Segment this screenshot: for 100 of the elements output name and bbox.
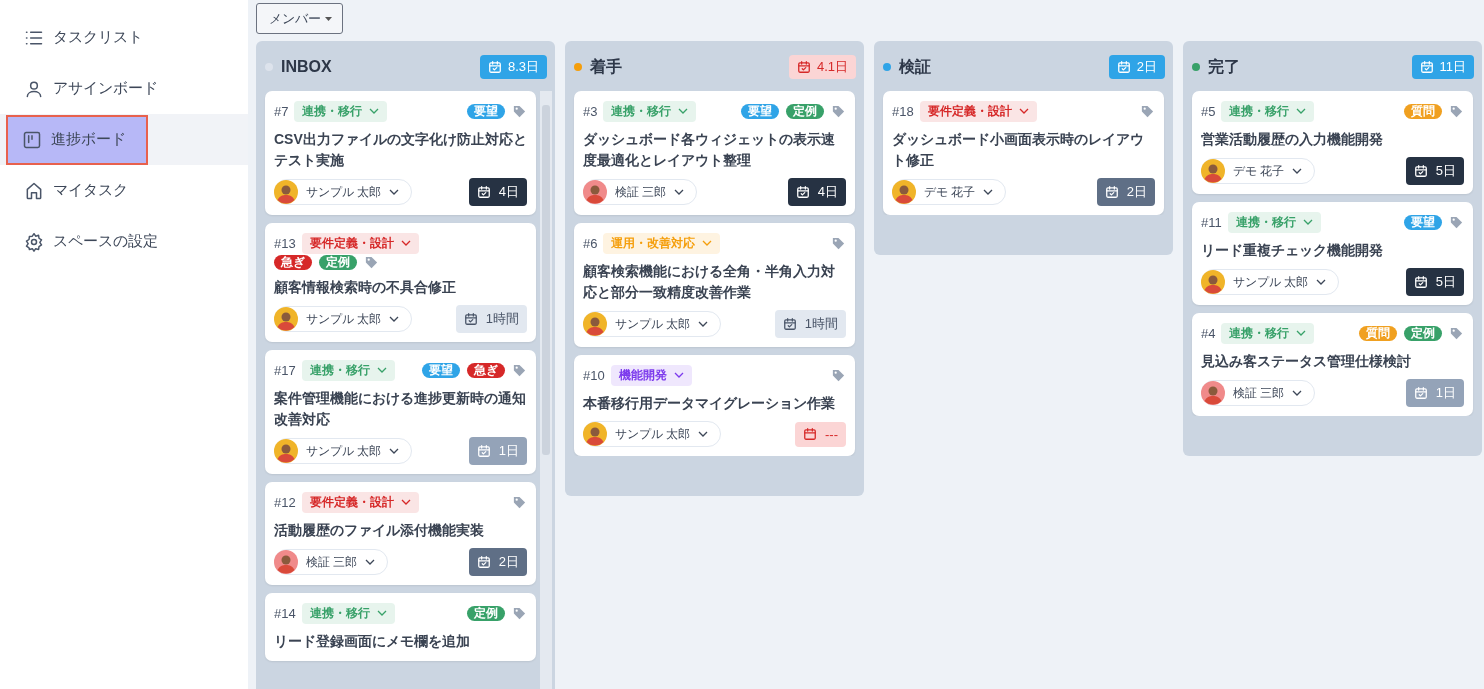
sidebar-item[interactable]: 進捗ボード xyxy=(6,114,148,165)
assignee-dropdown[interactable]: サンプル 太郎 xyxy=(583,421,722,447)
chevron-icon xyxy=(678,108,689,114)
tag-icon[interactable] xyxy=(512,605,527,621)
tag-icon[interactable] xyxy=(1449,325,1464,341)
scrollbar[interactable] xyxy=(540,91,552,689)
calendar-check-icon xyxy=(1419,60,1434,74)
calendar-check-icon xyxy=(487,60,502,74)
assignee-dropdown[interactable]: 検証 三郎 xyxy=(583,179,698,205)
task-title: 本番移行用データマイグレーション作業 xyxy=(583,394,836,413)
calendar-check-icon xyxy=(1413,386,1428,400)
tag-icon[interactable] xyxy=(512,103,527,119)
chevron-icon xyxy=(698,431,709,437)
chevron-icon xyxy=(983,189,994,195)
duration-badge: 1時間 xyxy=(455,305,527,333)
task-card[interactable]: #10 機能開発 本番移行用データマイグレーション作業 サンプル 太郎 --- xyxy=(574,355,855,456)
column-duration-badge: 2日 xyxy=(1108,55,1165,79)
caret-icon xyxy=(325,16,332,21)
tag-icon[interactable] xyxy=(831,367,846,383)
chevron-icon xyxy=(389,189,400,195)
tag-icon[interactable] xyxy=(512,494,527,510)
task-title: 活動履歴のファイル添付機能実装 xyxy=(274,521,485,540)
sidebar-item[interactable]: アサインボード xyxy=(6,66,174,111)
settings-icon xyxy=(24,231,44,252)
board-icon xyxy=(22,129,42,150)
task-card[interactable]: #12 要件定義・設計 活動履歴のファイル添付機能実装 検証 三郎 2日 xyxy=(265,482,536,585)
member-filter-button[interactable]: メンバー xyxy=(256,3,343,34)
duration-badge: 4日 xyxy=(787,178,846,206)
task-card[interactable]: #7 連携・移行 要望 CSV出力ファイルの文字化け防止対応とテスト実施 サンプル 太郎 4日 xyxy=(265,91,536,215)
tag-label: 定例 xyxy=(319,255,357,270)
calendar-check-icon xyxy=(476,555,491,569)
category-dropdown[interactable]: 要件定義・設計 xyxy=(301,232,419,254)
duration-badge: 5日 xyxy=(1405,157,1464,185)
calendar-check-icon xyxy=(795,185,810,199)
task-number: #17 xyxy=(274,362,296,378)
task-card[interactable]: #6 運用・改善対応 顧客検索機能における全角・半角入力対応と部分一致精度改善作業 サンプル 太郎 1時間 xyxy=(574,223,855,347)
task-title: 営業活動履歴の入力機能開発 xyxy=(1201,130,1384,149)
calendar-icon xyxy=(803,427,817,441)
duration-badge: 2日 xyxy=(1096,178,1155,206)
assignee-dropdown[interactable]: 検証 三郎 xyxy=(1201,380,1316,406)
category-dropdown[interactable]: 要件定義・設計 xyxy=(301,491,419,513)
chevron-icon xyxy=(400,499,411,505)
assignee-dropdown[interactable]: デモ 花子 xyxy=(1201,158,1316,184)
assignee-dropdown[interactable]: サンプル 太郎 xyxy=(274,438,413,464)
assignee-dropdown[interactable]: サンプル 太郎 xyxy=(583,311,722,337)
sidebar-item[interactable]: タスクリスト xyxy=(6,15,159,60)
task-number: #4 xyxy=(1201,325,1216,341)
calendar-check-icon xyxy=(1413,164,1428,178)
column-title: 完了 xyxy=(1208,56,1241,77)
calendar-check-icon xyxy=(796,60,811,74)
task-card[interactable]: #17 連携・移行 要望 急ぎ 案件管理機能における進捗更新時の通知改善対応 サンプル 太郎 1日 xyxy=(265,350,536,474)
duration-badge: 2日 xyxy=(468,548,527,576)
tag-icon[interactable] xyxy=(364,255,379,270)
assignee-dropdown[interactable]: 検証 三郎 xyxy=(274,549,389,575)
task-number: #12 xyxy=(274,494,296,510)
task-number: #6 xyxy=(583,235,598,251)
calendar-check-icon xyxy=(1104,185,1119,199)
sidebar-item[interactable]: スペースの設定 xyxy=(6,219,174,264)
chevron-icon xyxy=(1296,108,1307,114)
task-number: #7 xyxy=(274,103,289,119)
tag-icon[interactable] xyxy=(1449,214,1464,230)
assignee-dropdown[interactable]: サンプル 太郎 xyxy=(1201,269,1340,295)
task-card[interactable]: #11 連携・移行 要望 リード重複チェック機能開発 サンプル 太郎 5日 xyxy=(1192,202,1473,305)
task-title: リード登録画面にメモ欄を追加 xyxy=(274,632,471,651)
tag-label: 質問 xyxy=(1359,325,1397,341)
column-title: INBOX xyxy=(281,58,333,76)
chevron-icon xyxy=(698,321,709,327)
task-number: #18 xyxy=(892,103,914,119)
assignee-dropdown[interactable]: デモ 花子 xyxy=(892,179,1007,205)
calendar-check-icon xyxy=(463,312,478,326)
tag-label: 要望 xyxy=(1404,214,1442,230)
sidebar-item[interactable]: マイタスク xyxy=(6,168,144,213)
chevron-icon xyxy=(369,108,380,114)
task-card[interactable]: #14 連携・移行 定例 リード登録画面にメモ欄を追加 xyxy=(265,593,536,661)
task-card[interactable]: #18 要件定義・設計 ダッシュボード小画面表示時のレイアウト修正 デモ 花子 2日 xyxy=(883,91,1164,215)
tag-icon[interactable] xyxy=(1449,103,1464,119)
duration-badge: 4日 xyxy=(468,178,527,206)
task-title: 顧客情報検索時の不具合修正 xyxy=(274,278,457,297)
column-duration-badge: 8.3日 xyxy=(479,55,547,79)
tag-label: 要望 xyxy=(422,362,460,378)
task-card[interactable]: #13 要件定義・設計 急ぎ 定例 顧客情報検索時の不具合修正 サンプル 太郎 1時間 xyxy=(265,223,536,342)
tag-label: 急ぎ xyxy=(467,362,505,378)
category-dropdown[interactable]: 機能開発 xyxy=(610,364,692,386)
tag-icon[interactable] xyxy=(512,362,527,378)
chevron-icon xyxy=(376,610,387,616)
task-card[interactable]: #5 連携・移行 質問 営業活動履歴の入力機能開発 デモ 花子 5日 xyxy=(1192,91,1473,194)
tag-icon[interactable] xyxy=(1140,103,1155,119)
tag-label: 要望 xyxy=(741,103,779,119)
task-card[interactable]: #3 連携・移行 要望 定例 ダッシュボード各ウィジェットの表示速度最適化とレイアウト整理 検証 三郎 4日 xyxy=(574,91,855,215)
assignee-dropdown[interactable]: サンプル 太郎 xyxy=(274,179,413,205)
chevron-icon xyxy=(365,559,376,565)
assignee-dropdown[interactable]: サンプル 太郎 xyxy=(274,306,413,332)
tag-label: 要望 xyxy=(467,103,505,119)
chevron-icon xyxy=(673,372,684,378)
category-dropdown[interactable]: 要件定義・設計 xyxy=(919,100,1037,122)
chevron-icon xyxy=(1292,390,1303,396)
tag-icon[interactable] xyxy=(831,103,846,119)
tag-icon[interactable] xyxy=(831,235,846,251)
task-card[interactable]: #4 連携・移行 質問 定例 見込み客ステータス管理仕様検討 検証 三郎 1日 xyxy=(1192,313,1473,416)
task-number: #3 xyxy=(583,103,598,119)
